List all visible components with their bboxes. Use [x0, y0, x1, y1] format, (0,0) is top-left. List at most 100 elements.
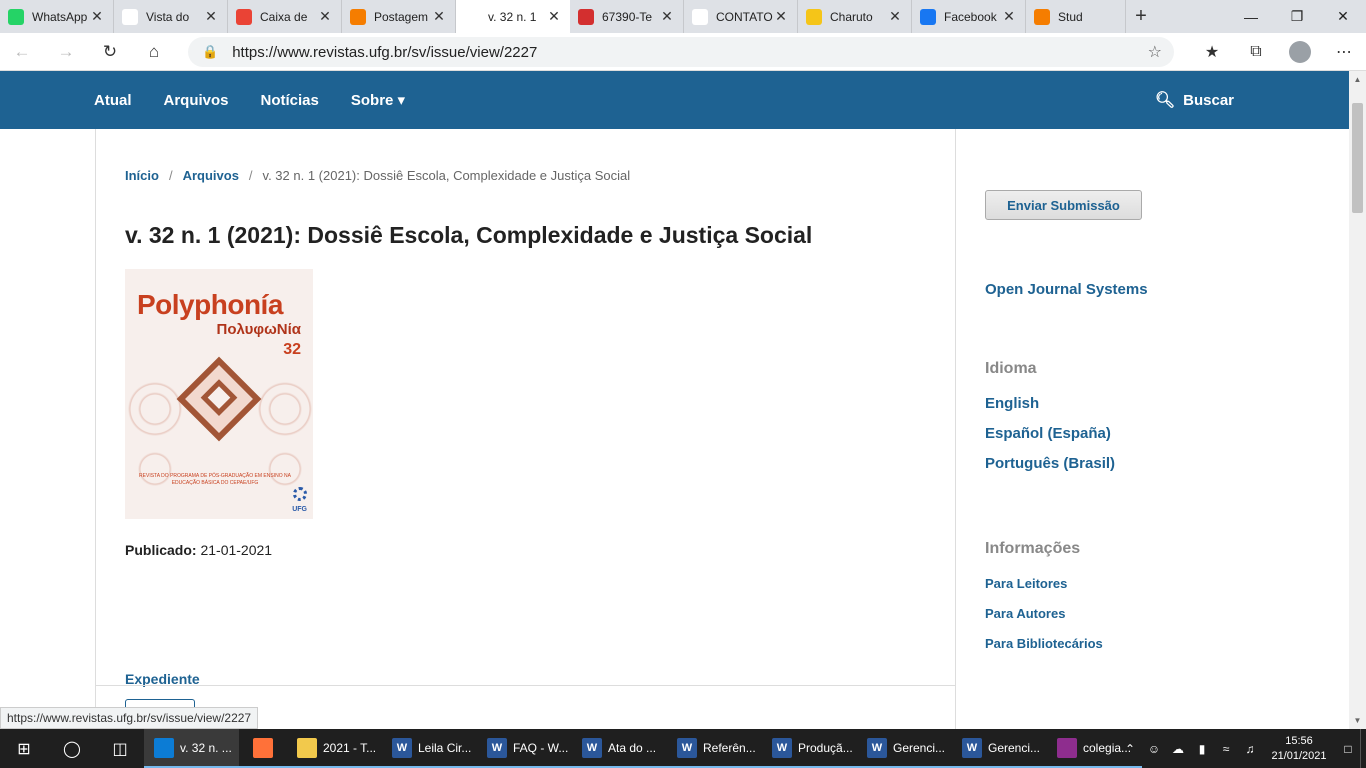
address-bar[interactable]: 🔒 https://www.revistas.ufg.br/sv/issue/v… — [188, 37, 1174, 67]
main-content: Início / Arquivos / v. 32 n. 1 (2021): Dossi… — [95, 129, 956, 729]
tab-close-icon[interactable]: ✕ — [431, 8, 447, 25]
notifications-icon[interactable]: □ — [1336, 742, 1360, 756]
collections-icon[interactable]: ⧉ — [1234, 33, 1278, 71]
nav-sobre[interactable]: Sobre ▾ — [335, 91, 421, 109]
browser-tab[interactable]: Charuto ✕ — [798, 0, 912, 33]
edge-icon — [154, 737, 174, 758]
issue-cover-image[interactable]: Polyphonía ΠολυφωΝία 32 REVISTA DO PROGR… — [125, 269, 313, 519]
scroll-thumb[interactable] — [1352, 103, 1363, 213]
close-window-icon[interactable]: ✕ — [1320, 0, 1366, 33]
tab-close-icon[interactable]: ✕ — [1001, 8, 1017, 25]
language-english[interactable]: English — [985, 395, 1039, 412]
taskbar-app-label: Referên... — [703, 740, 756, 755]
taskbar-app[interactable]: W Produçã... — [762, 729, 857, 768]
search-link[interactable]: 🔍︎ Buscar — [1155, 71, 1234, 129]
browser-tab-strip: WhatsApp ✕ Vista do ✕ Caixa de ✕ Postagem ✕ v. 3… — [0, 0, 1366, 33]
toolbar-right: ★ ⧉ ⋯ — [1190, 33, 1366, 71]
back-arrow-icon[interactable]: ← — [0, 33, 44, 71]
taskbar-app-label: FAQ - W... — [513, 740, 569, 755]
tab-close-icon[interactable]: ✕ — [887, 8, 903, 25]
breadcrumb-archives[interactable]: Arquivos — [183, 168, 239, 183]
page-scrollbar[interactable]: ▲ ▼ — [1349, 71, 1366, 729]
published-value: 21-01-2021 — [200, 542, 273, 558]
search-icon: 🔍︎ — [1154, 92, 1176, 109]
network-people-icon[interactable]: ☺ — [1142, 742, 1166, 756]
taskbar-app-label: Ata do ... — [608, 740, 657, 755]
browser-tab[interactable]: 67390-Te ✕ — [570, 0, 684, 33]
forward-arrow-icon[interactable]: → — [44, 33, 88, 71]
nav-noticias[interactable]: Notícias — [245, 92, 335, 109]
favorites-list-icon[interactable]: ★ — [1190, 33, 1234, 71]
browser-tab[interactable]: Facebook ✕ — [912, 0, 1026, 33]
favorite-star-icon[interactable]: ☆ — [1148, 42, 1162, 62]
taskbar-app[interactable]: W Ata do ... — [572, 729, 667, 768]
onedrive-icon[interactable]: ☁ — [1166, 742, 1190, 756]
browser-tab[interactable]: Caixa de ✕ — [228, 0, 342, 33]
nav-atual[interactable]: Atual — [78, 92, 148, 109]
tab-close-icon[interactable]: ✕ — [546, 8, 562, 25]
browser-tab-label: 67390-Te — [602, 9, 653, 24]
browser-tab[interactable]: WhatsApp ✕ — [0, 0, 114, 33]
scroll-up-icon[interactable]: ▲ — [1349, 71, 1366, 88]
scroll-down-icon[interactable]: ▼ — [1349, 712, 1366, 729]
tray-chevron-icon[interactable]: ⌃ — [1118, 742, 1142, 756]
tab-close-icon[interactable]: ✕ — [89, 8, 105, 25]
tab-close-icon[interactable]: ✕ — [203, 8, 219, 25]
ojs-link[interactable]: Open Journal Systems — [985, 281, 1148, 298]
browser-tab-label: WhatsApp — [32, 9, 88, 24]
more-menu-icon[interactable]: ⋯ — [1322, 33, 1366, 71]
taskbar-app[interactable]: v. 32 n. ... — [144, 729, 239, 768]
taskbar-app[interactable]: W Referên... — [667, 729, 762, 768]
language-portugues[interactable]: Português (Brasil) — [985, 455, 1115, 472]
submit-button[interactable]: Enviar Submissão — [985, 190, 1142, 220]
task-view-icon[interactable]: ◫ — [96, 729, 144, 768]
system-tray: ⌃ ☺ ☁ ▮ ≈ ♫ 15:56 21/01/2021 □ — [1118, 729, 1366, 768]
browser-tab[interactable]: Stud — [1026, 0, 1126, 33]
taskbar-app-label: v. 32 n. ... — [180, 740, 232, 755]
taskbar-app[interactable]: W Gerenci... — [952, 729, 1047, 768]
browser-tab-label: Facebook — [944, 9, 997, 24]
browser-tab[interactable]: Vista do ✕ — [114, 0, 228, 33]
cover-logo-text: UFG — [292, 506, 307, 513]
breadcrumb-home[interactable]: Início — [125, 168, 159, 183]
taskbar-app[interactable]: 2021 - T... — [287, 729, 382, 768]
search-label: Buscar — [1183, 91, 1234, 109]
taskbar-clock[interactable]: 15:56 21/01/2021 — [1262, 734, 1336, 764]
info-heading: Informações — [985, 540, 1081, 557]
published-date: Publicado: 21-01-2021 — [125, 542, 272, 558]
new-tab-button[interactable]: + — [1126, 0, 1156, 33]
language-espanol[interactable]: Español (España) — [985, 425, 1111, 442]
restore-icon[interactable]: ❐ — [1274, 0, 1320, 33]
winrar-icon — [1057, 737, 1077, 758]
show-desktop-button[interactable] — [1360, 729, 1366, 768]
taskbar-app[interactable] — [239, 729, 287, 768]
minimize-icon[interactable]: — — [1228, 0, 1274, 33]
home-icon[interactable]: ⌂ — [132, 33, 176, 71]
wifi-icon[interactable]: ≈ — [1214, 742, 1238, 756]
browser-tab[interactable]: CONTATO ✕ — [684, 0, 798, 33]
start-windows-icon[interactable]: ⊞ — [0, 729, 48, 768]
taskbar-app-label: Produçã... — [798, 740, 853, 755]
tab-close-icon[interactable]: ✕ — [773, 8, 789, 25]
blogger-icon — [350, 8, 366, 25]
browser-tab[interactable]: Postagem ✕ — [342, 0, 456, 33]
reload-icon[interactable]: ↻ — [88, 33, 132, 71]
battery-icon[interactable]: ▮ — [1190, 742, 1214, 756]
taskbar-app[interactable]: W Leila Cir... — [382, 729, 477, 768]
taskbar-app[interactable]: W Gerenci... — [857, 729, 952, 768]
info-authors-link[interactable]: Para Autores — [985, 606, 1065, 621]
taskbar-app[interactable]: W FAQ - W... — [477, 729, 572, 768]
nav-arquivos[interactable]: Arquivos — [148, 92, 245, 109]
search-circle-icon[interactable]: ◯ — [48, 729, 96, 768]
cover-number: 32 — [283, 341, 301, 358]
volume-icon[interactable]: ♫ — [1238, 742, 1262, 756]
word-icon: W — [962, 737, 982, 758]
word-icon: W — [487, 737, 507, 758]
info-librarians-link[interactable]: Para Bibliotecários — [985, 636, 1103, 651]
tab-close-icon[interactable]: ✕ — [659, 8, 675, 25]
browser-toolbar: ← → ↻ ⌂ 🔒 https://www.revistas.ufg.br/sv… — [0, 33, 1366, 71]
tab-close-icon[interactable]: ✕ — [317, 8, 333, 25]
info-readers-link[interactable]: Para Leitores — [985, 576, 1067, 591]
profile-avatar[interactable] — [1278, 33, 1322, 71]
browser-tab[interactable]: v. 32 n. 1 ✕ — [456, 0, 570, 33]
